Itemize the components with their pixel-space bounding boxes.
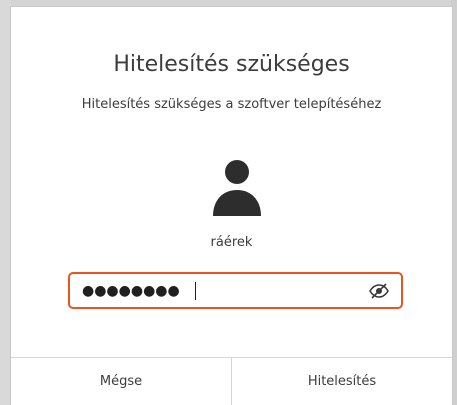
- password-masked-value: ●●●●●●●●: [82, 283, 180, 299]
- username-label: ráérek: [210, 235, 253, 250]
- user-avatar-icon: [213, 160, 261, 216]
- password-field[interactable]: ●●●●●●●●: [68, 272, 403, 309]
- authenticate-button[interactable]: Hitelesítés: [231, 358, 452, 405]
- dialog-title: Hitelesítés szükséges: [113, 52, 350, 77]
- dialog-footer: Mégse Hitelesítés: [11, 357, 452, 405]
- screen: Hitelesítés szükséges Hitelesítés szüksé…: [0, 0, 457, 405]
- cancel-button[interactable]: Mégse: [11, 358, 231, 405]
- authentication-dialog: Hitelesítés szükséges Hitelesítés szüksé…: [10, 6, 453, 405]
- text-caret: [195, 282, 196, 300]
- dialog-subtitle: Hitelesítés szükséges a szoftver telepít…: [81, 97, 382, 112]
- eye-slash-icon[interactable]: [369, 282, 389, 300]
